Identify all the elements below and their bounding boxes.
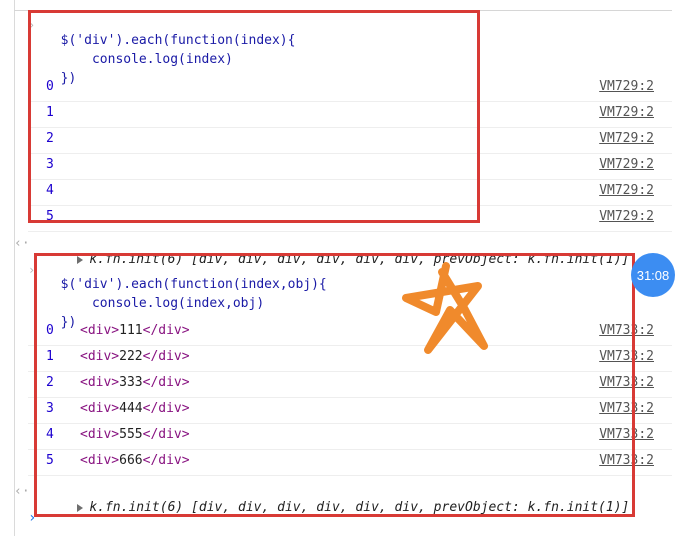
triangle-right-icon[interactable] <box>77 503 84 512</box>
source-link[interactable]: VM733:2 <box>599 349 654 364</box>
log-row: 4 <div>555</div> VM733:2 <box>28 423 672 450</box>
log-row: 2 <div>333</div> VM733:2 <box>28 371 672 398</box>
log-row: 1 VM729:2 <box>28 101 672 128</box>
code-text: console.log(index) <box>60 52 233 67</box>
log-row: 3 VM729:2 <box>28 153 672 180</box>
timer-badge[interactable]: 31:08 <box>631 253 675 297</box>
return-value-text: k.fn.init(6) [div, div, div, div, div, d… <box>89 500 630 515</box>
input-prompt-chevron-icon: › <box>28 18 36 32</box>
log-index: 1 <box>46 349 54 364</box>
dom-node[interactable]: <div>111</div> <box>80 323 190 338</box>
log-index: 5 <box>46 209 54 224</box>
log-index: 5 <box>46 453 54 468</box>
source-link[interactable]: VM733:2 <box>599 427 654 442</box>
source-link[interactable]: VM729:2 <box>599 105 654 120</box>
timer-text: 31:08 <box>636 267 670 283</box>
dom-node[interactable]: <div>444</div> <box>80 401 190 416</box>
log-index: 4 <box>46 183 54 198</box>
log-row: 5 <div>666</div> VM733:2 <box>28 449 672 476</box>
log-index: 2 <box>46 131 54 146</box>
code-text: console.log(index,obj) <box>60 296 265 311</box>
log-row: 4 VM729:2 <box>28 179 672 206</box>
return-arrow-icon: ‹· <box>14 484 30 499</box>
code-line-2[interactable]: console.log(index,obj) <box>45 281 264 311</box>
log-index: 1 <box>46 105 54 120</box>
return-value-row[interactable]: ‹· k.fn.init(6) [div, div, div, div, div… <box>14 233 672 267</box>
source-link[interactable]: VM733:2 <box>599 323 654 338</box>
log-row: 3 <div>444</div> VM733:2 <box>28 397 672 424</box>
console-top-divider <box>14 10 672 11</box>
input-prompt-chevron-icon: › <box>28 263 36 277</box>
source-link[interactable]: VM733:2 <box>599 453 654 468</box>
source-link[interactable]: VM733:2 <box>599 375 654 390</box>
log-row: 0 VM729:2 <box>28 75 672 102</box>
source-link[interactable]: VM729:2 <box>599 183 654 198</box>
log-row: 1 <div>222</div> VM733:2 <box>28 345 672 372</box>
log-index: 0 <box>46 79 54 94</box>
source-link[interactable]: VM729:2 <box>599 131 654 146</box>
log-index: 3 <box>46 157 54 172</box>
log-index: 4 <box>46 427 54 442</box>
dom-node[interactable]: <div>666</div> <box>80 453 190 468</box>
source-link[interactable]: VM729:2 <box>599 79 654 94</box>
dom-node[interactable]: <div>555</div> <box>80 427 190 442</box>
source-link[interactable]: VM729:2 <box>599 157 654 172</box>
log-row: 0 <div>111</div> VM733:2 <box>28 319 672 346</box>
source-link[interactable]: VM729:2 <box>599 209 654 224</box>
log-index: 2 <box>46 375 54 390</box>
return-value-row[interactable]: ‹· k.fn.init(6) [div, div, div, div, div… <box>14 481 672 515</box>
source-link[interactable]: VM733:2 <box>599 401 654 416</box>
dom-node[interactable]: <div>222</div> <box>80 349 190 364</box>
log-index: 3 <box>46 401 54 416</box>
dom-node[interactable]: <div>333</div> <box>80 375 190 390</box>
log-index: 0 <box>46 323 54 338</box>
console-input-prompt-icon[interactable]: › <box>28 510 36 526</box>
return-arrow-icon: ‹· <box>14 236 30 251</box>
log-row: 2 VM729:2 <box>28 127 672 154</box>
hand-drawn-star-icon <box>402 262 488 354</box>
log-row: 5 VM729:2 <box>28 205 672 232</box>
